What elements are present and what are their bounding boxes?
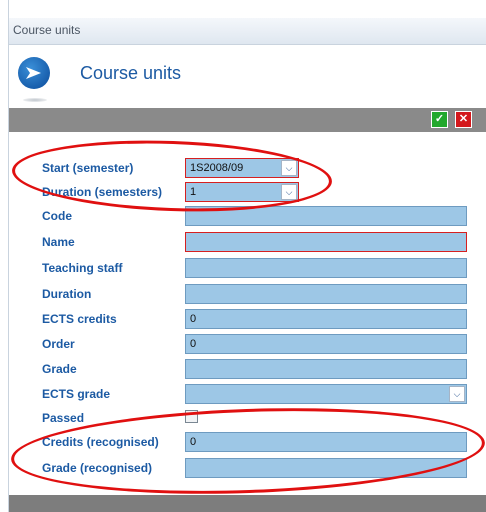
ects-grade-select[interactable]: ⌵	[185, 384, 467, 404]
duration-semesters-label: Duration (semesters)	[42, 185, 163, 199]
chevron-down-icon[interactable]: ⌵	[449, 386, 465, 402]
close-icon[interactable]: ✕	[455, 111, 472, 128]
grade-recognised-field[interactable]	[185, 458, 467, 478]
ects-grade-label: ECTS grade	[42, 387, 111, 401]
duration-label: Duration	[42, 287, 92, 301]
credits-recognised-value: 0	[190, 436, 197, 448]
chevron-down-icon[interactable]: ⌵	[281, 184, 297, 200]
ects-credits-field[interactable]: 0	[185, 309, 467, 329]
title-bar: Course units	[9, 18, 486, 45]
logo-shadow	[23, 98, 47, 102]
toolbar: ✓ ✕	[9, 108, 486, 132]
grade-label: Grade	[42, 362, 77, 376]
order-label: Order	[42, 337, 75, 351]
start-semester-value: 1S2008/09	[190, 162, 244, 174]
bottom-bar	[9, 495, 486, 512]
name-field[interactable]	[185, 232, 467, 252]
grade-recognised-label: Grade (recognised)	[42, 461, 153, 475]
ects-credits-label: ECTS credits	[42, 312, 117, 326]
grade-field[interactable]	[185, 359, 467, 379]
start-semester-select[interactable]: 1S2008/09 ⌵	[185, 158, 299, 178]
teaching-staff-field[interactable]	[185, 258, 467, 278]
order-field[interactable]: 0	[185, 334, 467, 354]
window-title: Course units	[13, 23, 81, 37]
course-units-window: Course units Course units ✓ ✕ Start (sem…	[8, 0, 486, 512]
passed-checkbox[interactable]	[185, 410, 198, 423]
duration-semesters-select[interactable]: 1 ⌵	[185, 182, 299, 202]
order-value: 0	[190, 338, 197, 350]
duration-field[interactable]	[185, 284, 467, 304]
save-icon[interactable]: ✓	[431, 111, 448, 128]
credits-recognised-label: Credits (recognised)	[42, 435, 159, 449]
duration-semesters-value: 1	[190, 186, 197, 198]
name-label: Name	[42, 235, 75, 249]
arrow-logo-icon	[18, 57, 50, 89]
credits-recognised-field[interactable]: 0	[185, 432, 467, 452]
code-label: Code	[42, 209, 72, 223]
code-field[interactable]	[185, 206, 467, 226]
start-semester-label: Start (semester)	[42, 161, 134, 175]
page-title: Course units	[80, 63, 182, 83]
teaching-staff-label: Teaching staff	[42, 261, 123, 275]
chevron-down-icon[interactable]: ⌵	[281, 160, 297, 176]
passed-label: Passed	[42, 411, 85, 425]
ects-credits-value: 0	[190, 313, 197, 325]
